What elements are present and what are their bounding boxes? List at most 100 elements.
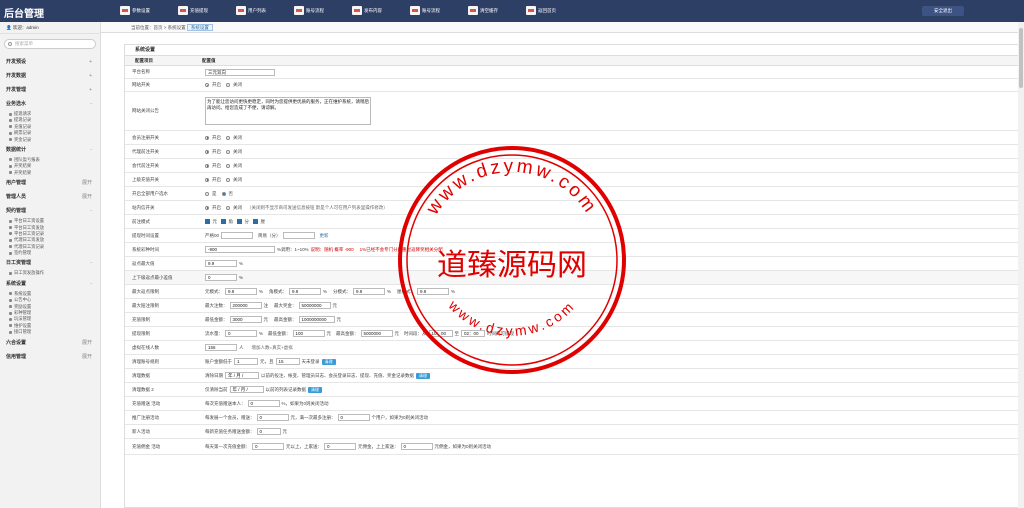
rebate-max-input[interactable]: 9.9 [205,260,237,267]
withdraw-flow-input[interactable]: 0 [225,330,257,337]
clean-data-button[interactable]: 清理 [416,372,430,379]
clean-data2-button[interactable]: 清理 [308,386,322,393]
withdraw-to-input[interactable]: 02：00 [461,330,486,337]
recharge-gift-input[interactable]: 0 [247,400,280,407]
recommend-max-input[interactable]: 0 [337,414,370,421]
all-member-yes-radio[interactable] [205,191,209,196]
recharge-min-input[interactable]: 3000 [229,316,262,323]
sidebar-section[interactable]: 系统设置 - [0,277,100,291]
agent-on-radio[interactable] [205,149,209,154]
clean-accounts-button[interactable]: 清理 [321,358,336,365]
sidebar-section[interactable]: 业务选水 - [0,97,100,111]
topnav-item[interactable]: 发布内容 [332,0,390,22]
topnav-item[interactable]: 用户列表 [216,0,274,22]
reg-off-radio[interactable] [226,135,230,140]
sidebar-section[interactable]: 日工资管理 - [0,256,100,270]
mode-jiao-checkbox[interactable] [221,219,226,224]
recharge-max-input[interactable]: 1000000000 [298,316,335,323]
rebate-fen-input[interactable]: 9.9 [353,288,386,295]
upper-on-radio[interactable] [205,177,209,182]
withdraw-min-input[interactable]: 100 [292,330,325,337]
update-link[interactable]: 更新 [320,233,329,239]
row-withdraw-time: 提现时间设置 严格00 简易（分） 更新 [125,229,1019,243]
row-label: 网站开关 [132,82,150,87]
proxy-off-radio[interactable] [226,163,230,168]
sidebar-toggle[interactable]: - [90,277,92,291]
breadcrumb-prefix[interactable]: 当前位置：首页 [131,25,163,30]
menu-item-icon [9,238,12,242]
clean-amount-input[interactable]: 1 [234,358,258,365]
sidebar-toggle[interactable]: + [89,83,92,97]
online-num-input[interactable]: 156 [205,344,237,351]
topnav-item[interactable]: 账号流程 [390,0,448,22]
max-bonus-input[interactable]: 50000000 [298,302,331,309]
mode-li-checkbox[interactable] [253,219,258,224]
clean-date-input[interactable]: 年 / 月 / [225,372,259,379]
clean-days-input[interactable]: 15 [275,358,300,365]
page-scrollbar[interactable] [1018,22,1024,508]
new-gift-input[interactable]: 0 [256,428,281,435]
row-recharge-limit: 充值限制 最低金额： 3000 元 最高金额： 1000000000 元 [125,313,1019,327]
msg-off-radio[interactable] [226,205,230,210]
breadcrumb-mid[interactable]: 系统设置 [168,25,186,30]
radio-label: 开启 [212,82,221,87]
site-switch-off-radio[interactable] [226,83,230,87]
rebate-li-input[interactable]: 9.9 [417,288,450,295]
sidebar-search-input[interactable]: 搜索菜单 [4,39,96,49]
sidebar-section[interactable]: 管理人员 展开 [0,190,100,204]
proxy-on-radio[interactable] [205,163,209,168]
sidebar-toggle[interactable]: - [90,97,92,111]
recommend-gift-input[interactable]: 0 [256,414,289,421]
msg-on-radio[interactable] [205,205,209,210]
row-clean-data2: 清理数据 2 仅清除当前 年 / 月 / 以前的列表记录数据 清理 [125,383,1019,397]
sidebar-section[interactable]: 开发数据 + [0,69,100,83]
rebate-low-input[interactable]: 0 [205,274,237,281]
rebate-jiao-input[interactable]: 9.9 [289,288,322,295]
topnav-item[interactable]: 清空缓存 [448,0,506,22]
sidebar-toggle[interactable]: - [90,143,92,157]
sidebar-section[interactable]: 契约管理 - [0,204,100,218]
sidebar-toggle[interactable]: 展开 [82,336,92,350]
comm-upper2-input[interactable]: 0 [400,443,433,450]
maint-notice-textarea[interactable]: 为了能让您访问更快更稳定，同时为您提供更优质的服务，正在维护系统，请稍后再访问。… [205,97,371,125]
withdraw-strict-input[interactable] [221,232,254,239]
sidebar-toggle[interactable]: + [89,55,92,69]
upper-off-radio[interactable] [226,177,230,182]
agent-off-radio[interactable] [226,149,230,154]
mode-yuan-checkbox[interactable] [205,219,210,224]
platform-name-input[interactable]: 三元双向 [205,68,275,76]
sidebar-section[interactable]: 六合设置 展开 [0,336,100,350]
coin-range-input[interactable]: -900 [205,246,275,253]
mode-fen-checkbox[interactable] [237,219,242,224]
scrollbar-thumb[interactable] [1019,28,1023,88]
sidebar-toggle[interactable]: + [89,69,92,83]
sidebar-section[interactable]: 信用管理 展开 [0,350,100,364]
topnav-item[interactable]: 充值提现 [158,0,216,22]
comm-upper-input[interactable]: 0 [324,443,356,450]
sidebar-item-label: 维护设置 [14,322,32,328]
topnav-item[interactable]: 返回首页 [506,0,564,22]
topnav-item[interactable]: 参数设置 [100,0,158,22]
withdraw-max-input[interactable]: 5000000 [360,330,393,337]
sidebar-section[interactable]: 数据统计 - [0,143,100,157]
topnav-item[interactable]: 账号流程 [274,0,332,22]
all-member-no-radio[interactable] [221,191,226,196]
sidebar-section[interactable]: 用户管理 展开 [0,176,100,190]
site-switch-on-radio[interactable] [205,83,209,87]
breadcrumb-current[interactable]: 系统设置 [186,24,213,31]
sidebar-toggle[interactable]: 展开 [82,350,92,364]
sidebar-toggle[interactable]: 展开 [82,176,92,190]
sidebar-toggle[interactable]: - [90,256,92,270]
withdraw-from-input[interactable]: 10：00 [428,330,453,337]
clean-date2-input[interactable]: 年 / 月 / [229,386,264,393]
reg-on-radio[interactable] [205,135,209,140]
withdraw-simple-input[interactable] [282,232,315,239]
comm-amount-input[interactable]: 0 [252,443,284,450]
sidebar-section[interactable]: 开发预设 + [0,55,100,69]
sidebar-section[interactable]: 开发管理 + [0,83,100,97]
logout-button[interactable]: 安全退出 [922,6,964,16]
sidebar-toggle[interactable]: - [90,204,92,218]
max-bets-input[interactable]: 200000 [229,302,262,309]
sidebar-toggle[interactable]: 展开 [82,190,92,204]
rebate-yuan-input[interactable]: 9.9 [225,288,257,295]
